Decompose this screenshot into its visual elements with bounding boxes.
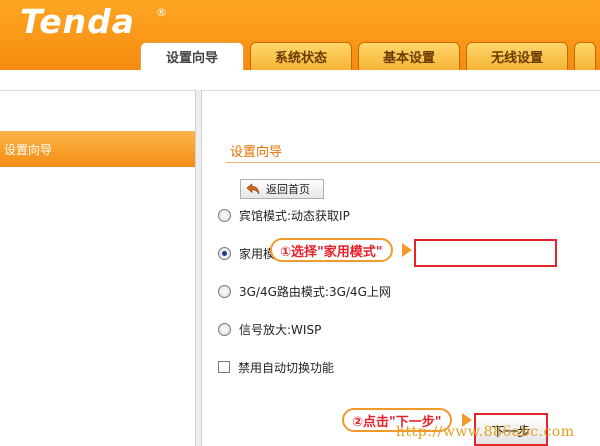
option-wisp-mode[interactable]: 信号放大:WISP (218, 319, 321, 339)
option-3g4g-mode-label: 3G/4G路由模式:3G/4G上网 (239, 284, 391, 299)
tab-wireless-settings[interactable]: 无线设置 (466, 42, 568, 70)
sidebar-item-setup-wizard[interactable]: 设置向导 (0, 131, 195, 167)
main-tabs: 设置向导 系统状态 基本设置 无线设置 (140, 42, 600, 70)
header-bar: Tenda ® 设置向导 系统状态 基本设置 无线设置 (0, 0, 600, 70)
option-hotel-mode-label: 宾馆模式:动态获取IP (239, 208, 350, 223)
back-arrow-icon (246, 183, 260, 195)
step1-arrow (402, 243, 412, 257)
option-hotel-mode[interactable]: 宾馆模式:动态获取IP (218, 205, 350, 225)
option-3g4g-mode[interactable]: 3G/4G路由模式:3G/4G上网 (218, 281, 391, 301)
step1-callout: ①选择"家用模式" (270, 238, 393, 262)
tab-more[interactable] (574, 42, 596, 70)
radio-hotel-mode[interactable] (218, 208, 231, 222)
watermark: http://www.886abc.com (396, 424, 575, 440)
tab-system-status[interactable]: 系统状态 (250, 42, 352, 70)
radio-home-mode[interactable] (218, 246, 231, 260)
registered-mark: ® (156, 6, 167, 19)
disable-auto-switch[interactable]: 禁用自动切换功能 (218, 357, 334, 377)
header-strip (0, 70, 600, 90)
disable-auto-switch-label: 禁用自动切换功能 (238, 360, 335, 375)
back-home-label: 返回首页 (266, 183, 310, 196)
option-wisp-mode-label: 信号放大:WISP (239, 322, 322, 337)
title-divider (226, 162, 600, 163)
home-mode-highlight (414, 239, 557, 267)
tenda-logo: Tenda (20, 2, 136, 41)
main-panel: 设置向导 返回首页 (201, 90, 600, 446)
radio-wisp-mode[interactable] (218, 322, 231, 336)
page-title: 设置向导 (230, 145, 283, 160)
tab-setup-wizard[interactable]: 设置向导 (140, 42, 244, 70)
radio-3g4g-mode[interactable] (218, 284, 231, 298)
disable-auto-switch-checkbox[interactable] (218, 361, 230, 373)
back-home-button[interactable]: 返回首页 (240, 179, 324, 199)
tab-basic-settings[interactable]: 基本设置 (358, 42, 460, 70)
sidebar: 设置向导 (0, 90, 196, 446)
